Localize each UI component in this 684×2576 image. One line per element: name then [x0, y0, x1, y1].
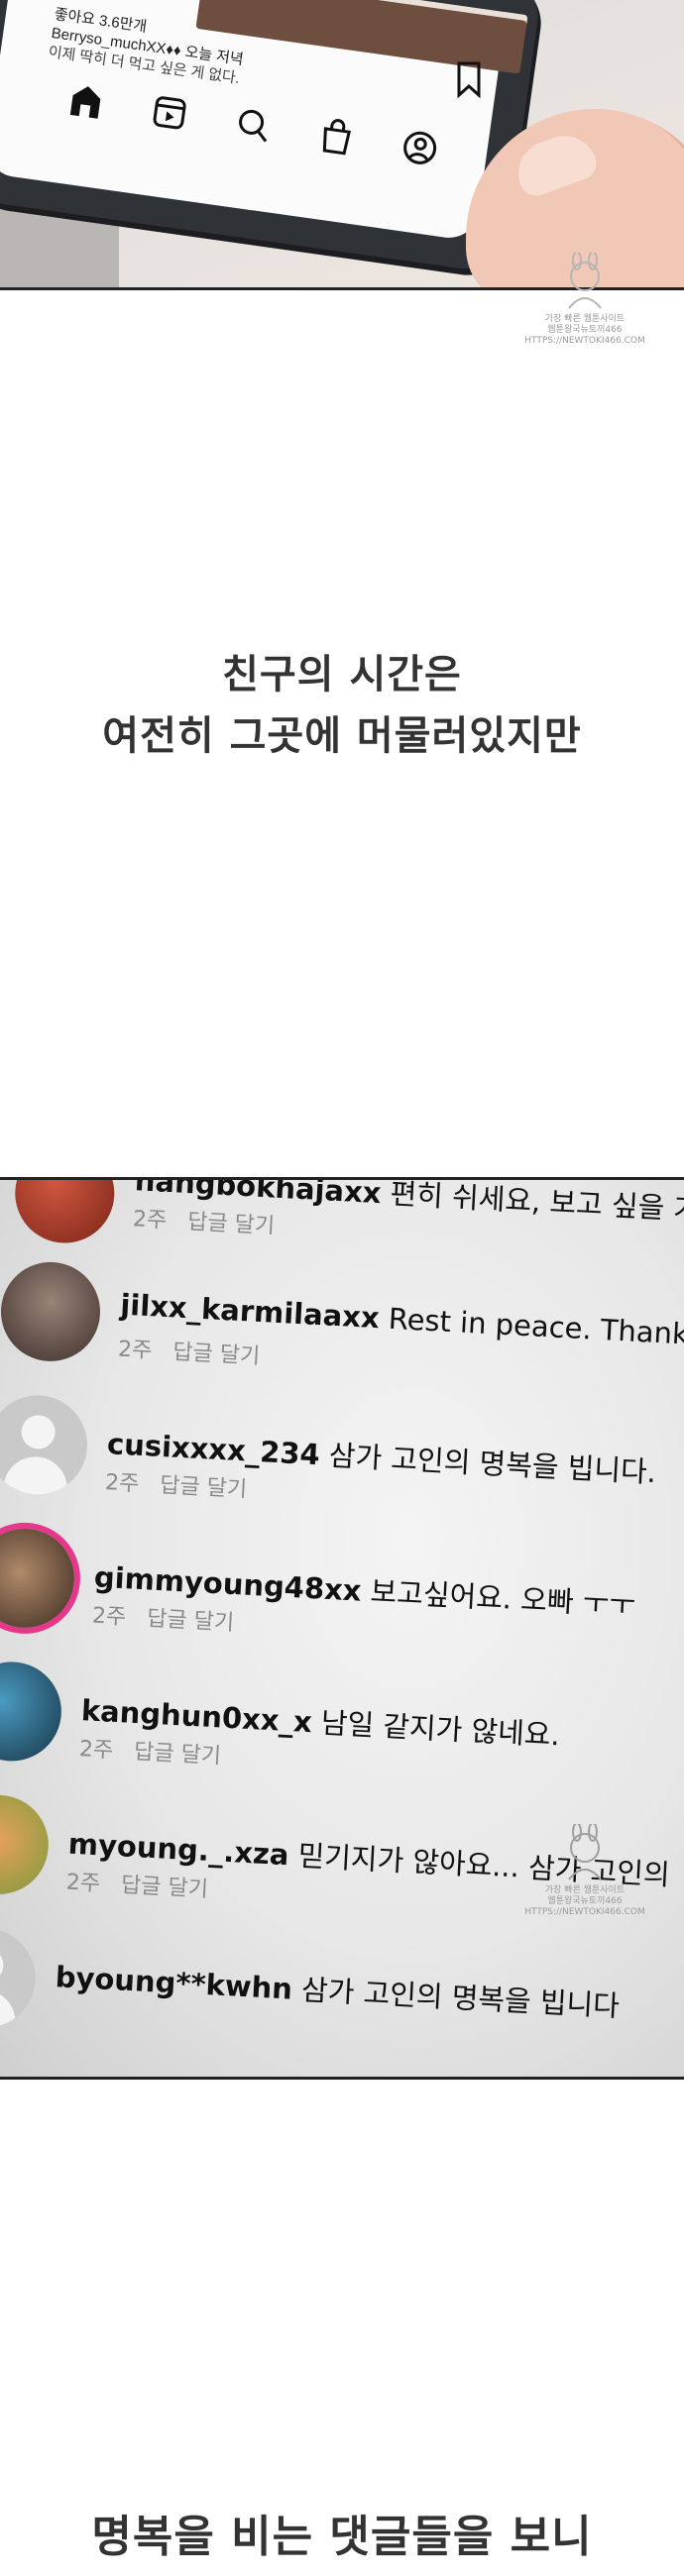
reply-link[interactable]: 답글 달기 [147, 1606, 235, 1636]
watermark-mascot-icon [568, 1824, 602, 1880]
watermark-line3: HTTPS://NEWTOKI466.COM [524, 336, 645, 346]
comment-item: kanghun0xx_x 남일 같지가 않네요. 2주 답글 달기 [0, 1659, 684, 1818]
reels-icon[interactable] [148, 90, 192, 135]
narration-box: 친구의 시간은 여전히 그곳에 머물러있지만 [0, 644, 684, 767]
comment-body: Rest in peace. Thank [388, 1301, 684, 1351]
comment-username[interactable]: byoung**kwhn [55, 1960, 293, 2005]
comment-time: 2주 [91, 1603, 127, 1631]
default-avatar-icon[interactable] [0, 1392, 90, 1497]
user-avatar[interactable] [12, 1180, 117, 1246]
reply-link[interactable]: 답글 달기 [133, 1740, 221, 1770]
comment-body: 남일 같지가 않네요. [320, 1705, 561, 1753]
narration-line: 여전히 그곳에 머물러있지만 [102, 713, 582, 759]
watermark-line2: 웹툰왕국뉴토끼466 [547, 1896, 623, 1906]
reply-link[interactable]: 답글 달기 [187, 1210, 276, 1239]
comment-username[interactable]: jilxx_karmilaaxx [120, 1288, 381, 1336]
user-avatar[interactable] [0, 1259, 103, 1364]
comments-panel: hangbokhajaxx 편히 쉬세요, 보고 싶을 거 2주 답글 달기 j… [0, 1177, 684, 2080]
comment-meta: 2주 답글 달기 [78, 1731, 236, 1771]
comment-meta: 2주 답글 달기 [132, 1201, 289, 1240]
reply-link[interactable]: 답글 달기 [160, 1473, 248, 1503]
comment-time: 2주 [132, 1207, 168, 1234]
narration-line: 친구의 시간은 [222, 652, 462, 698]
watermark-line1: 가장 빠른 웹툰사이트 [544, 314, 626, 324]
comment-time: 2주 [65, 1870, 101, 1897]
reply-link[interactable]: 답글 달기 [172, 1340, 261, 1369]
comments-list: hangbokhajaxx 편히 쉬세요, 보고 싶을 거 2주 답글 달기 j… [0, 1177, 684, 2077]
comment-username[interactable]: cusixxxx_234 [106, 1427, 320, 1471]
watermark-line1: 가장 빠른 웹툰사이트 [544, 1885, 626, 1895]
search-icon[interactable] [231, 102, 276, 147]
reply-link[interactable]: 답글 달기 [120, 1873, 208, 1902]
watermark: 가장 빠른 웹툰사이트 웹툰왕국뉴토끼466 HTTPS://NEWTOKI46… [515, 1824, 654, 1918]
profile-icon[interactable] [398, 126, 442, 170]
default-avatar-icon[interactable] [0, 1925, 39, 2030]
comment-time: 2주 [104, 1470, 140, 1497]
comment-body: 삼가 고인의 명복을 빕니다. [328, 1438, 657, 1490]
comment-item: byoung**kwhn 삼가 고인의 명복을 빕니다 [0, 1925, 684, 2077]
comment-meta: 2주 답글 달기 [117, 1332, 275, 1371]
bookmark-icon[interactable] [454, 59, 484, 99]
comment-body: 보고싶어요. 오빠 ㅜㅜ [369, 1574, 636, 1623]
comment-meta: 2주 답글 달기 [91, 1598, 249, 1638]
watermark: 가장 빠른 웹툰사이트 웹툰왕국뉴토끼466 HTTPS://NEWTOKI46… [515, 253, 654, 347]
comment-body: 삼가 고인의 명복을 빕니다 [300, 1973, 621, 2023]
comment-body: 편히 쉬세요, 보고 싶을 거 [389, 1177, 684, 1228]
comment-meta: 2주 답글 달기 [65, 1865, 223, 1904]
narration-box: 명복을 비는 댓글들을 보니 [0, 2507, 684, 2568]
watermark-line3: HTTPS://NEWTOKI466.COM [524, 1907, 645, 1917]
watermark-line2: 웹툰왕국뉴토끼466 [547, 325, 623, 335]
comment-text: byoung**kwhn 삼가 고인의 명복을 빕니다 [55, 1954, 621, 2025]
comment-meta: 2주 답글 달기 [104, 1464, 262, 1504]
narration-line: 명복을 비는 댓글들을 보니 [91, 2512, 593, 2562]
comment-item: cusixxxx_234 삼가 고인의 명복을 빕니다. 2주 답글 달기 [0, 1392, 684, 1552]
shop-bag-icon[interactable] [314, 114, 359, 159]
watermark-mascot-icon [568, 253, 602, 309]
comment-time: 2주 [117, 1337, 153, 1364]
comment-time: 2주 [78, 1737, 114, 1764]
comment-item: gimmyoung48xx 보고싶어요. 오빠 ㅜㅜ 2주 답글 달기 [0, 1526, 684, 1684]
user-avatar[interactable] [0, 1792, 52, 1897]
phone-panel: 좋아요 3.6만개 Berryso_muchXX♦♦ 오늘 저녁 이제 딱히 더… [0, 0, 684, 290]
user-avatar[interactable] [0, 1659, 64, 1764]
user-avatar[interactable] [0, 1526, 77, 1631]
home-icon[interactable] [63, 78, 108, 123]
